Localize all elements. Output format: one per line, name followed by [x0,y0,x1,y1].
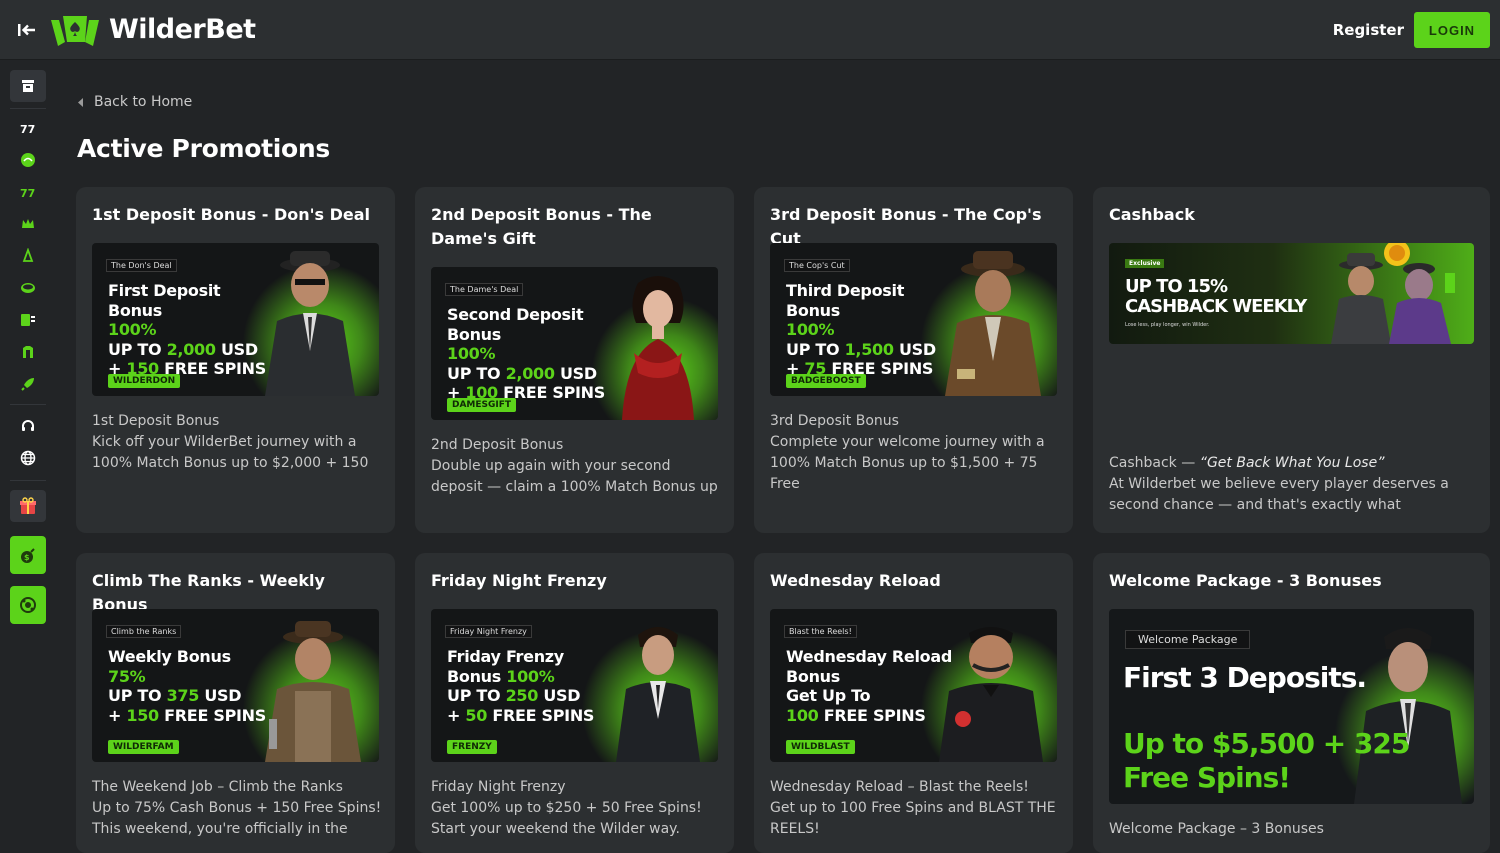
chevron-left-icon [78,97,83,107]
top-bar: WilderBet Register LOGIN [0,0,1500,60]
back-to-home-link[interactable]: Back to Home [78,94,192,110]
promo-banner[interactable]: The Don's Deal First Deposit Bonus 100% … [92,243,379,396]
svg-text:77: 77 [20,187,35,198]
spin-icon[interactable] [10,586,46,624]
support-icon[interactable] [10,410,46,442]
promo-code: WILDERDON [108,374,181,388]
banner-headline: First Deposit Bonus 100% UP TO 2,000 USD… [108,281,266,378]
rocket-icon[interactable] [10,368,46,400]
promo-banner[interactable]: Climb the Ranks Weekly Bonus 75% UP TO 3… [92,609,379,762]
banner-tag: Blast the Reels! [784,625,857,638]
promo-title: 1st Deposit Bonus - Don's Deal [92,205,371,224]
promo-card[interactable]: 3rd Deposit Bonus - The Cop's Cut The Co… [754,187,1073,533]
sidebar: 77 77 $ [0,60,56,844]
bonus-icon[interactable] [10,336,46,368]
promo-title: Welcome Package - 3 Bonuses [1109,571,1382,590]
promo-banner[interactable]: Friday Night Frenzy Friday Frenzy Bonus … [431,609,718,762]
main-content: Back to Home Active Promotions 1st Depos… [56,60,1500,853]
banner-headline: Weekly Bonus 75% UP TO 375 USD + 150 FRE… [108,647,266,725]
promo-title: Friday Night Frenzy [431,571,607,590]
promo-description: 1st Deposit Bonus Kick off your WilderBe… [92,413,369,471]
banner-headline: Third Deposit Bonus 100% UP TO 1,500 USD… [786,281,936,378]
promo-description: Wednesday Reload – Blast the Reels! Get … [770,779,1056,837]
live-icon[interactable] [10,144,46,176]
promo-code: WILDBLAST [786,740,855,754]
svg-text:$: $ [24,553,30,562]
banner-headline: Wednesday Reload Bonus Get Up To 100 FRE… [786,647,953,725]
promo-card[interactable]: Climb The Ranks - Weekly Bonus Climb the… [76,553,395,853]
collapse-sidebar-icon[interactable] [17,20,37,40]
banner-tag: The Don's Deal [106,259,177,272]
promo-description: Cashback — “Get Back What You Lose” At W… [1109,455,1449,513]
promo-description: 2nd Deposit Bonus Double up again with y… [431,437,718,495]
promo-card[interactable]: 2nd Deposit Bonus - The Dame's Gift The … [415,187,734,533]
banner-headline: First 3 Deposits. [1123,661,1367,694]
promo-description: Welcome Package – 3 Bonuses [1109,821,1324,837]
banner-tag: The Dame's Deal [445,283,524,296]
promo-banner[interactable]: The Cop's Cut Third Deposit Bonus 100% U… [770,243,1057,396]
promo-card[interactable]: Cashback Exclusive UP TO 15% CASHBACK WE… [1093,187,1490,533]
banner-tag: The Cop's Cut [784,259,850,272]
banner-headline: Second Deposit Bonus 100% UP TO 2,000 US… [447,305,605,402]
virtual-icon[interactable]: 77 [10,176,46,208]
promo-title: Cashback [1109,205,1195,224]
banner-tag: Climb the Ranks [106,625,182,638]
back-to-home-label: Back to Home [94,94,193,110]
login-button[interactable]: LOGIN [1414,12,1490,48]
banner-tag: Exclusive [1125,259,1165,268]
promo-code: DAMESGIFT [447,398,517,412]
banner-tag: Welcome Package [1125,630,1251,649]
promo-code: WILDERFAM [108,740,179,754]
promo-description: Friday Night Frenzy Get 100% up to $250 … [431,779,702,837]
promo-banner[interactable]: Welcome Package First 3 Deposits. Up to … [1109,609,1474,804]
promo-description: The Weekend Job – Climb the Ranks Up to … [92,779,382,837]
logo[interactable]: WilderBet [49,12,256,48]
brand-name: WilderBet [109,14,256,45]
page-title: Active Promotions [77,134,330,163]
crown-icon[interactable] [10,208,46,240]
sports-icon[interactable]: 77 [10,112,46,144]
promo-card[interactable]: Wednesday Reload Blast the Reels! Wednes… [754,553,1073,853]
svg-text:77: 77 [20,123,35,134]
promo-code: BADGEBOOST [786,374,866,388]
promo-card[interactable]: 1st Deposit Bonus - Don's Deal The Don's… [76,187,395,533]
promo-banner[interactable]: Exclusive UP TO 15% CASHBACK WEEKLY Lose… [1109,243,1474,344]
casino-icon[interactable] [10,70,46,102]
promo-card[interactable]: Welcome Package - 3 Bonuses Welcome Pack… [1093,553,1490,853]
promo-banner[interactable]: Blast the Reels! Wednesday Reload Bonus … [770,609,1057,762]
bomb-icon[interactable]: $ [10,536,46,574]
banner-headline: Friday Frenzy Bonus 100% UP TO 250 USD +… [447,647,595,725]
promo-card[interactable]: Friday Night Frenzy Friday Night Frenzy … [415,553,734,853]
bets-icon[interactable] [10,272,46,304]
logo-icon [51,15,99,46]
frenzy-character-image [616,627,700,762]
slots-icon[interactable] [10,304,46,336]
promo-title: 2nd Deposit Bonus - The Dame's Gift [431,205,652,248]
esports-icon[interactable] [10,240,46,272]
promo-description: 3rd Deposit Bonus Complete your welcome … [770,413,1045,492]
register-link[interactable]: Register [1333,15,1404,45]
cashback-characters-image [1331,243,1455,344]
banner-offer: Up to $5,500 + 325 Free Spins! [1123,727,1410,794]
promo-code: FRENZY [447,740,497,754]
promo-title: Wednesday Reload [770,571,941,590]
banner-tag: Friday Night Frenzy [445,625,532,638]
language-icon[interactable] [10,442,46,474]
banner-subtext: Lose less, play longer, win Wilder. [1125,322,1210,328]
promo-banner[interactable]: The Dame's Deal Second Deposit Bonus 100… [431,267,718,420]
gift-icon[interactable] [10,490,46,522]
